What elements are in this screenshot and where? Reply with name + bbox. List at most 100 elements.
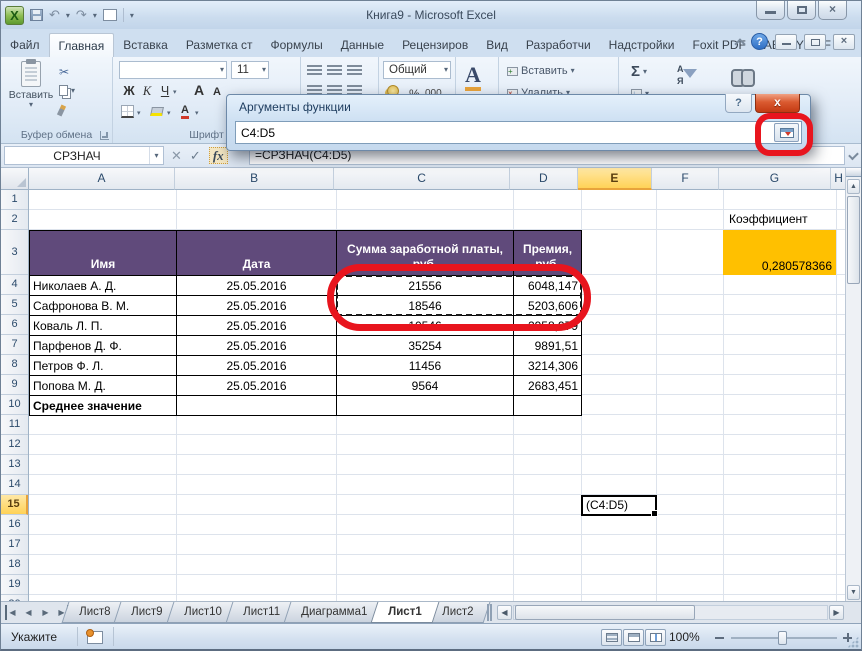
range-input[interactable] — [235, 121, 802, 144]
dialog-title[interactable]: Аргументы функции — [239, 100, 351, 114]
active-cell-e15[interactable]: (C4:D5) — [581, 495, 657, 516]
close-button[interactable]: × — [818, 1, 847, 20]
row-header[interactable]: 14 — [1, 475, 28, 495]
cell-styles-icon[interactable]: А — [465, 63, 481, 91]
shrink-font-button[interactable]: А — [209, 84, 225, 100]
cell-name[interactable]: Попова М. Д. — [30, 376, 177, 396]
row-header[interactable]: 3 — [1, 230, 28, 275]
name-box-dropdown-icon[interactable]: ▾ — [149, 147, 163, 164]
name-box[interactable]: СРЗНАЧ ▾ — [4, 146, 164, 165]
page-break-view-button[interactable] — [645, 629, 666, 646]
header-date[interactable]: Дата — [177, 231, 337, 276]
cell-name[interactable]: Петров Ф. Л. — [30, 356, 177, 376]
insert-function-icon[interactable]: fx — [209, 147, 228, 164]
cell-date[interactable]: 25.05.2016 — [177, 276, 337, 296]
title-bar[interactable]: X ↶▾ ↷▾ ▾ Книга9 - Microsoft Excel × — [1, 1, 861, 29]
maximize-button[interactable] — [787, 1, 816, 20]
cell-salary[interactable]: 35254 — [337, 336, 514, 356]
cell-bonus[interactable]: 9891,51 — [514, 336, 582, 356]
split-box[interactable] — [846, 168, 861, 177]
ribbon-tab[interactable]: Главная — [49, 33, 115, 57]
font-size-combo[interactable]: 11▾ — [231, 61, 269, 79]
row-header[interactable]: 1 — [1, 190, 28, 210]
zoom-level-text[interactable]: 100% — [669, 630, 700, 644]
fill-color-dropdown-icon[interactable]: ▾ — [167, 109, 171, 117]
ribbon-tab[interactable]: Разработчи — [517, 33, 600, 57]
ribbon-tab[interactable]: Вид — [477, 33, 517, 57]
hscroll-right-icon[interactable]: ▶ — [829, 605, 844, 620]
scroll-up-icon[interactable]: ▲ — [847, 179, 860, 194]
borders-dropdown-icon[interactable]: ▾ — [137, 109, 141, 117]
cell-empty[interactable] — [177, 396, 337, 416]
align-top-icon[interactable] — [307, 65, 322, 76]
row-header[interactable]: 9 — [1, 375, 28, 395]
cell-g2-coefficient-label[interactable]: Коэффициент — [723, 210, 836, 230]
cell-empty[interactable] — [337, 396, 514, 416]
ribbon-tab[interactable]: Формулы — [262, 33, 332, 57]
minimize-button[interactable] — [756, 1, 785, 20]
hscroll-left-icon[interactable]: ◀ — [497, 605, 512, 620]
workbook-restore-button[interactable] — [804, 34, 826, 50]
scroll-down-icon[interactable]: ▼ — [847, 585, 860, 600]
cell-date[interactable]: 25.05.2016 — [177, 316, 337, 336]
grow-font-button[interactable]: А — [191, 82, 207, 98]
zoom-out-icon[interactable] — [715, 637, 724, 639]
underline-dropdown-icon[interactable]: ▾ — [173, 88, 177, 96]
column-header[interactable]: B — [175, 168, 334, 190]
cell-bonus[interactable]: 2683,451 — [514, 376, 582, 396]
first-sheet-icon[interactable]: ◀ — [5, 605, 18, 620]
ribbon-tab[interactable]: Рецензиров — [393, 33, 477, 57]
select-all-corner[interactable] — [1, 168, 29, 190]
cell-g3-coefficient-value[interactable]: 0,280578366 — [723, 230, 836, 275]
header-name[interactable]: Имя — [30, 231, 177, 276]
ribbon-tab[interactable]: Файл — [1, 33, 49, 57]
confirm-entry-icon[interactable]: ✓ — [190, 148, 201, 164]
cell-date[interactable]: 25.05.2016 — [177, 336, 337, 356]
cell-name[interactable]: Сафронова В. М. — [30, 296, 177, 316]
row-header[interactable]: 4 — [1, 275, 28, 295]
row-header[interactable]: 12 — [1, 435, 28, 455]
row-header[interactable]: 2 — [1, 210, 28, 230]
row-header[interactable]: 5 — [1, 295, 28, 315]
cell-average-label[interactable]: Среднее значение — [30, 396, 177, 416]
font-name-combo[interactable]: ▾ — [119, 61, 227, 79]
page-layout-view-button[interactable] — [623, 629, 644, 646]
save-icon[interactable] — [30, 9, 43, 21]
row-header[interactable]: 19 — [1, 575, 28, 595]
vertical-scrollbar[interactable]: ▲ ▼ — [845, 168, 861, 601]
paste-button[interactable]: Вставить ▾ — [9, 61, 53, 109]
number-format-combo[interactable]: Общий▾ — [383, 61, 451, 79]
dialog-close-button[interactable]: x — [755, 94, 800, 113]
sheet-tab[interactable]: Лист1 — [370, 602, 438, 623]
table-mode-icon[interactable] — [103, 9, 117, 21]
row-header[interactable]: 15 — [1, 495, 28, 515]
workbook-minimize-button[interactable] — [775, 34, 797, 50]
cancel-entry-icon[interactable]: ✕ — [171, 148, 182, 164]
cell-salary[interactable]: 11456 — [337, 356, 514, 376]
ribbon-tab[interactable]: Надстройки — [600, 33, 684, 57]
help-icon[interactable]: ? — [751, 33, 768, 50]
horizontal-scroll-thumb[interactable] — [515, 605, 695, 620]
cell-name[interactable]: Парфенов Д. Ф. — [30, 336, 177, 356]
borders-icon[interactable] — [121, 105, 134, 118]
fill-color-icon[interactable] — [150, 107, 164, 116]
find-select-button[interactable] — [731, 67, 755, 85]
cell-name[interactable]: Николаев А. Д. — [30, 276, 177, 296]
column-header[interactable]: A — [29, 168, 175, 190]
row-header[interactable]: 18 — [1, 555, 28, 575]
underline-button[interactable]: Ч — [157, 83, 173, 99]
align-bottom-icon[interactable] — [347, 65, 362, 76]
vertical-scroll-thumb[interactable] — [847, 196, 860, 284]
paste-dropdown-icon[interactable]: ▾ — [29, 101, 33, 109]
row-header[interactable]: 13 — [1, 455, 28, 475]
cut-button[interactable]: ✂ — [59, 65, 69, 79]
cell-name[interactable]: Коваль Л. П. — [30, 316, 177, 336]
row-header[interactable]: 16 — [1, 515, 28, 535]
customize-qat-icon[interactable]: ▾ — [130, 11, 134, 20]
column-header[interactable]: C — [334, 168, 510, 190]
row-header[interactable]: 7 — [1, 335, 28, 355]
sort-filter-button[interactable]: А Я — [677, 65, 697, 91]
dialog-help-button[interactable]: ? — [725, 94, 752, 113]
undo-icon[interactable]: ↶ — [49, 8, 60, 22]
macro-record-icon[interactable] — [87, 631, 103, 644]
